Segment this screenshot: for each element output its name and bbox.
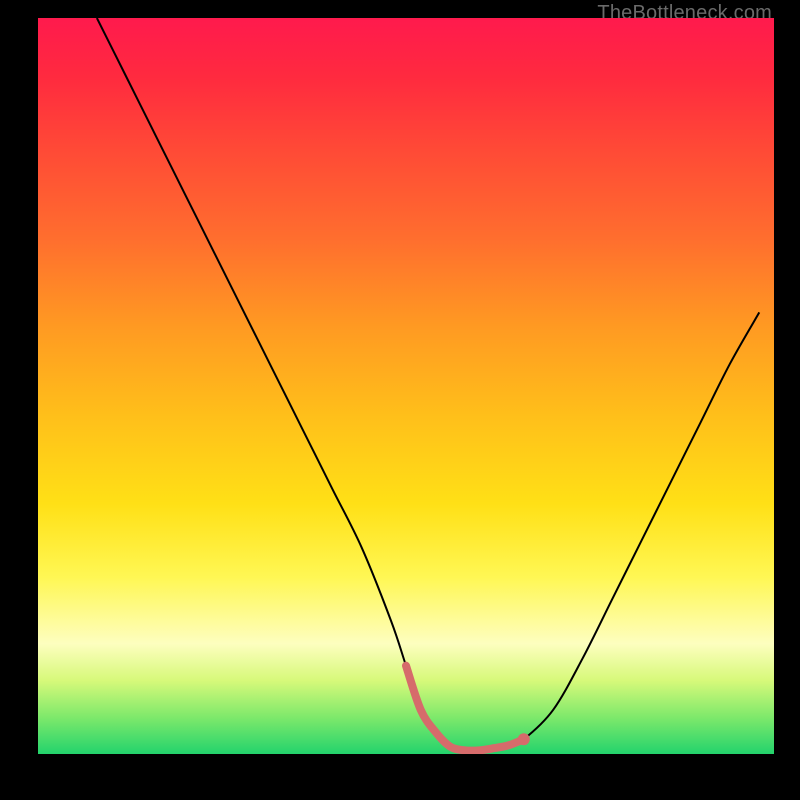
curve-layer <box>38 18 774 754</box>
chart-frame: TheBottleneck.com <box>0 0 800 800</box>
basin-end-dot <box>518 733 530 745</box>
bottleneck-curve <box>97 18 759 751</box>
plot-area <box>38 18 774 754</box>
basin-highlight <box>406 666 524 751</box>
